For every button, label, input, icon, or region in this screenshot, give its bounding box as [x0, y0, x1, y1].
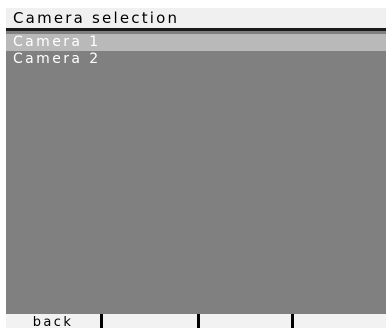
softkey-4[interactable]	[294, 314, 386, 328]
softkey-2[interactable]	[103, 314, 197, 328]
page-title: Camera selection	[13, 9, 180, 27]
camera-selection-screen: Camera selection Camera 1 Camera 2 back	[6, 8, 386, 328]
camera-list: Camera 1 Camera 2	[6, 34, 386, 68]
back-button[interactable]: back	[6, 314, 100, 328]
softkey-3[interactable]	[200, 314, 291, 328]
title-bar: Camera selection	[6, 8, 386, 31]
list-item-camera-2[interactable]: Camera 2	[6, 51, 386, 68]
softkey-bar: back	[6, 314, 386, 328]
list-item-camera-1[interactable]: Camera 1	[6, 34, 386, 51]
